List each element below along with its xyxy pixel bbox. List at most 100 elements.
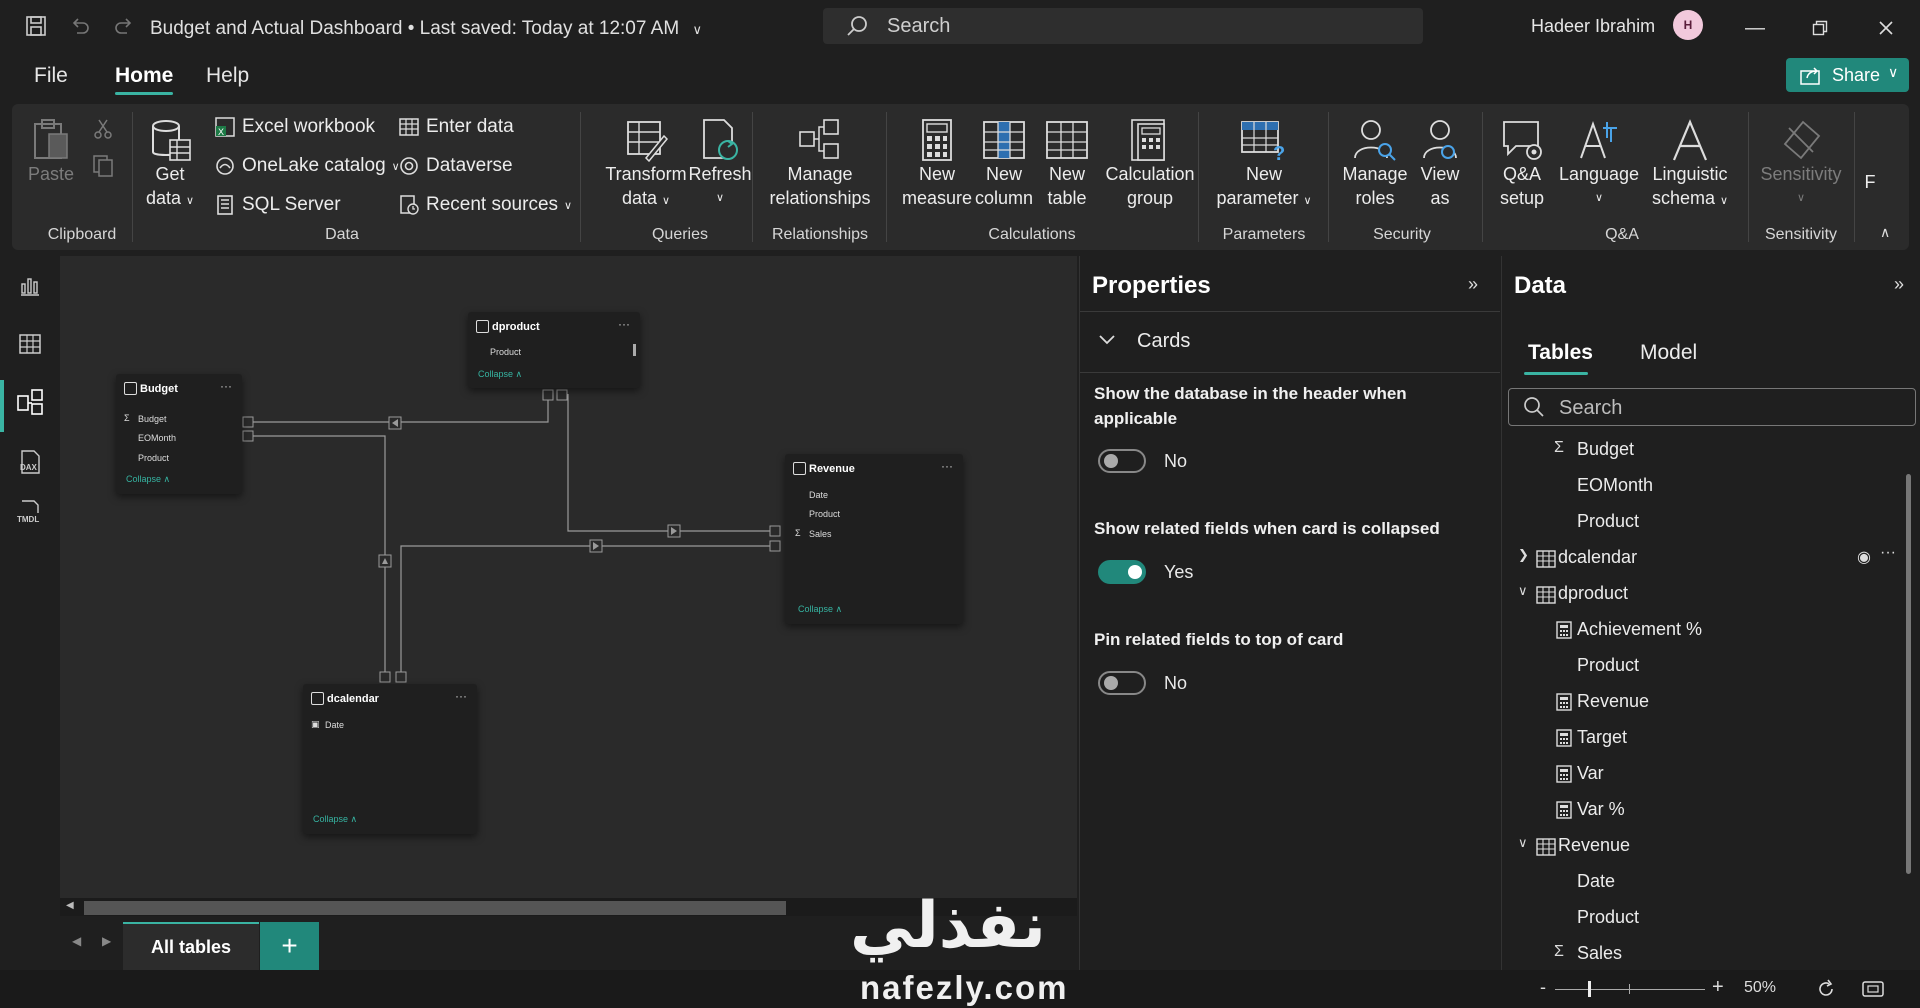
zoom-out-button[interactable]: - (1540, 977, 1546, 998)
view-as-button[interactable]: View as (1410, 118, 1470, 210)
tree-item-revenue-table[interactable]: ∨ Revenue (1502, 830, 1920, 862)
more-options-icon[interactable]: ··· (941, 459, 953, 473)
redo-icon[interactable] (110, 12, 138, 40)
table-card-revenue[interactable]: Revenue ··· Date Product Σ Sales Collaps… (785, 454, 963, 624)
enter-data-button[interactable]: Enter data (398, 116, 514, 138)
card-collapse-button[interactable]: Collapse ∧ (798, 604, 842, 615)
zoom-level[interactable]: 50% (1744, 979, 1776, 997)
sql-server-button[interactable]: SQL Server (214, 194, 341, 216)
manage-roles-button[interactable]: Manage roles (1338, 118, 1412, 210)
table-view-icon[interactable] (14, 328, 46, 360)
tab-model[interactable]: Model (1640, 341, 1697, 365)
ribbon-overflow-item[interactable]: F (1860, 170, 1880, 194)
minimize-button[interactable]: — (1735, 12, 1775, 44)
tree-item-revenue-measure[interactable]: Revenue (1502, 686, 1920, 718)
card-collapse-button[interactable]: Collapse ∧ (478, 369, 522, 380)
model-canvas[interactable]: dproduct ··· Product Collapse ∧ Budget ·… (60, 256, 1077, 916)
new-table-button[interactable]: New table (1042, 118, 1092, 210)
restore-button[interactable] (1800, 12, 1840, 44)
fit-to-screen-icon[interactable] (1862, 979, 1884, 999)
tree-item-budget-product[interactable]: Product (1502, 506, 1920, 538)
new-measure-button[interactable]: New measure (897, 118, 977, 210)
calculation-group-button[interactable]: Calculation group (1102, 118, 1198, 210)
database-header-toggle[interactable] (1098, 449, 1146, 473)
card-field[interactable]: Product (138, 453, 169, 463)
tree-item-revenue-product[interactable]: Product (1502, 902, 1920, 934)
paste-button[interactable]: Paste (26, 118, 76, 186)
tmdl-view-icon[interactable]: TMDL (14, 496, 46, 528)
data-pane-scrollbar[interactable] (1906, 474, 1911, 874)
tree-item-sales[interactable]: Σ Sales (1502, 938, 1920, 970)
language-button[interactable]: Language ∨ (1558, 118, 1640, 210)
linguistic-schema-button[interactable]: Linguistic schema ∨ (1642, 118, 1738, 213)
data-search-input[interactable]: Search (1508, 388, 1916, 426)
tree-item-target[interactable]: Target (1502, 722, 1920, 754)
refresh-button[interactable]: Refresh ∨ (680, 118, 760, 210)
undo-icon[interactable] (66, 12, 94, 40)
table-card-budget[interactable]: Budget ··· Σ Budget EOMonth Product Coll… (116, 374, 242, 494)
more-options-icon[interactable]: ··· (455, 689, 467, 703)
more-options-icon[interactable]: ··· (1880, 544, 1896, 562)
tree-item-dproduct-product[interactable]: Product (1502, 650, 1920, 682)
card-field[interactable]: Date (325, 720, 344, 730)
menu-file[interactable]: File (34, 64, 68, 88)
new-parameter-button[interactable]: ? New parameter ∨ (1208, 118, 1320, 213)
related-fields-toggle[interactable] (1098, 560, 1146, 584)
add-layout-button[interactable]: + (260, 922, 319, 970)
tree-item-budget-measure[interactable]: Σ Budget (1502, 434, 1920, 466)
tree-item-dcalendar[interactable]: ❯ dcalendar ◉ ··· (1502, 542, 1920, 574)
tree-item-var[interactable]: Var (1502, 758, 1920, 790)
card-collapse-button[interactable]: Collapse ∧ (126, 474, 170, 485)
tab-scroll-left-icon[interactable]: ◀ (72, 934, 81, 948)
card-collapse-button[interactable]: Collapse ∧ (313, 814, 357, 825)
chevron-down-icon[interactable]: ∨ (1518, 835, 1528, 851)
tree-item-achievement[interactable]: Achievement % (1502, 614, 1920, 646)
tab-scroll-right-icon[interactable]: ▶ (102, 934, 111, 948)
card-field[interactable]: Product (809, 509, 840, 519)
copy-icon[interactable] (92, 154, 114, 183)
card-scrollbar[interactable] (633, 344, 636, 356)
report-view-icon[interactable] (14, 270, 46, 302)
zoom-slider-thumb[interactable] (1588, 981, 1591, 997)
chevron-right-icon[interactable]: ❯ (1518, 547, 1529, 563)
qa-setup-button[interactable]: Q&A setup (1492, 118, 1552, 210)
scroll-left-icon[interactable]: ◀ (66, 900, 74, 911)
card-field[interactable]: Budget (138, 414, 167, 424)
card-field[interactable]: Sales (809, 529, 832, 539)
table-card-dproduct[interactable]: dproduct ··· Product Collapse ∧ (468, 312, 640, 388)
sensitivity-button[interactable]: Sensitivity ∨ (1756, 118, 1846, 210)
get-data-button[interactable]: Get data ∨ (142, 118, 198, 213)
card-field[interactable]: Date (809, 490, 828, 500)
tree-item-eomonth[interactable]: EOMonth (1502, 470, 1920, 502)
user-name[interactable]: Hadeer Ibrahim (1531, 16, 1655, 37)
model-view-icon[interactable] (14, 386, 46, 418)
zoom-in-button[interactable]: + (1712, 976, 1724, 999)
recent-sources-button[interactable]: Recent sources ∨ (398, 194, 572, 216)
collapse-pane-icon[interactable]: » (1468, 274, 1478, 295)
tree-item-dproduct[interactable]: ∨ dproduct (1502, 578, 1920, 610)
global-search-input[interactable]: Search (823, 8, 1423, 44)
more-options-icon[interactable]: ··· (220, 379, 232, 393)
close-button[interactable] (1866, 12, 1906, 44)
card-field[interactable]: Product (490, 347, 521, 357)
tree-item-var-pct[interactable]: Var % (1502, 794, 1920, 826)
avatar[interactable]: H (1673, 10, 1703, 40)
menu-help[interactable]: Help (206, 64, 249, 88)
manage-relationships-button[interactable]: Manage relationships (764, 118, 876, 210)
eye-icon[interactable]: ◉ (1857, 547, 1871, 567)
onelake-catalog-button[interactable]: OneLake catalog ∨ (214, 155, 400, 177)
chevron-down-icon[interactable]: ∨ (692, 22, 702, 37)
menu-home[interactable]: Home (115, 64, 173, 88)
cut-icon[interactable] (92, 118, 114, 145)
tree-item-revenue-date[interactable]: Date (1502, 866, 1920, 898)
share-button[interactable]: Share ∨ (1786, 58, 1909, 92)
scrollbar-thumb[interactable] (84, 901, 786, 915)
reset-zoom-icon[interactable] (1816, 979, 1836, 999)
more-options-icon[interactable]: ··· (618, 317, 630, 331)
pin-related-toggle[interactable] (1098, 671, 1146, 695)
zoom-slider-track[interactable] (1555, 989, 1705, 990)
table-card-dcalendar[interactable]: dcalendar ··· ▣ Date Collapse ∧ (303, 684, 477, 834)
chevron-down-icon[interactable]: ∨ (1518, 583, 1528, 599)
tab-all-tables[interactable]: All tables (123, 922, 259, 970)
tab-tables[interactable]: Tables (1528, 341, 1593, 365)
